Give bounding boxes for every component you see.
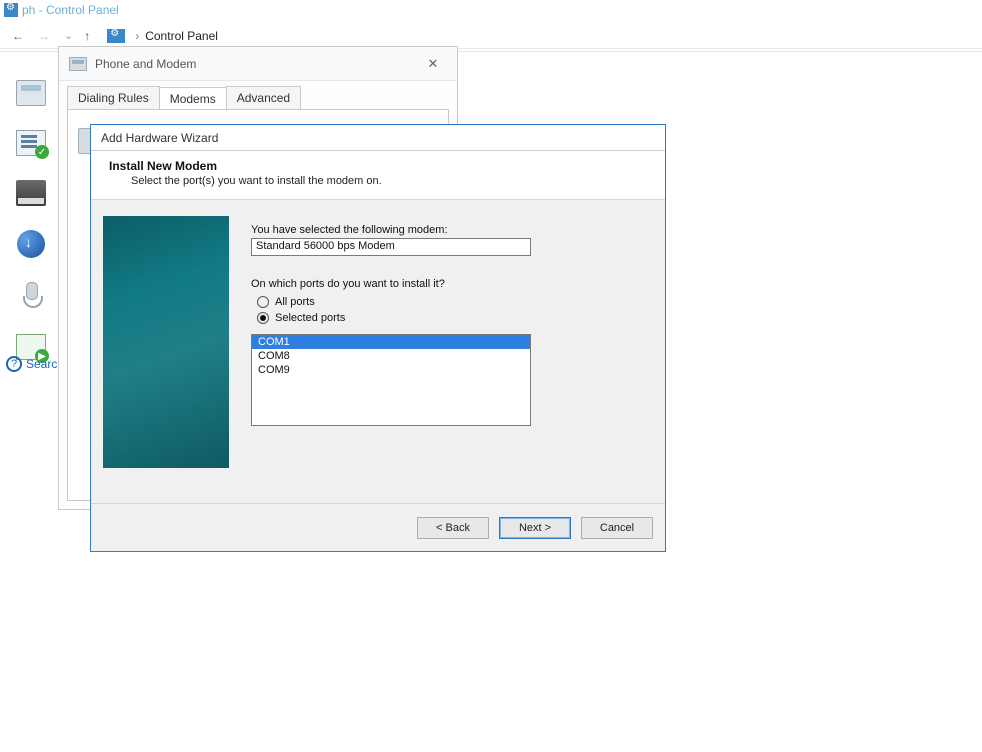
radio-all-ports[interactable]: All ports <box>257 296 647 308</box>
dialog-titlebar[interactable]: Phone and Modem ✕ <box>59 47 457 81</box>
back-button[interactable]: ← <box>8 26 28 46</box>
forward-button[interactable]: → <box>34 26 54 46</box>
breadcrumb-chevron-icon[interactable]: › <box>135 29 139 43</box>
selected-modem-field: Standard 56000 bps Modem <box>251 238 531 256</box>
close-button[interactable]: ✕ <box>419 54 447 74</box>
microphone-icon[interactable] <box>23 282 39 310</box>
check-badge-icon: ✓ <box>35 145 49 159</box>
radio-all-label: All ports <box>275 296 315 308</box>
search-label: Searc <box>26 357 57 371</box>
port-item-com1[interactable]: COM1 <box>252 335 530 349</box>
dialog-title: Phone and Modem <box>95 57 196 71</box>
scanner-hardware-icon[interactable] <box>16 180 46 206</box>
up-button[interactable]: ↑ <box>77 26 97 46</box>
selected-modem-label: You have selected the following modem: <box>251 224 647 236</box>
port-listbox[interactable]: COM1 COM8 COM9 <box>251 334 531 426</box>
wizard-heading: Install New Modem <box>109 159 647 173</box>
modem-icon <box>69 57 87 71</box>
tab-strip: Dialing Rules Modems Advanced <box>59 81 457 109</box>
fax-scanner-icon[interactable] <box>16 80 46 106</box>
control-panel-icon <box>4 3 18 17</box>
wizard-title: Add Hardware Wizard <box>101 131 218 145</box>
port-item-com8[interactable]: COM8 <box>252 349 530 363</box>
radio-selected-label: Selected ports <box>275 312 345 324</box>
cancel-button[interactable]: Cancel <box>581 517 653 539</box>
breadcrumb-icon[interactable] <box>107 29 125 43</box>
document-icon[interactable]: ✓ <box>16 130 46 156</box>
breadcrumb[interactable]: Control Panel <box>145 29 218 43</box>
tab-advanced[interactable]: Advanced <box>226 86 301 109</box>
nav-history-chevron[interactable]: ⌄ <box>64 29 73 42</box>
tab-modems[interactable]: Modems <box>159 87 227 110</box>
radio-selected-ports[interactable]: Selected ports <box>257 312 647 324</box>
wizard-titlebar[interactable]: Add Hardware Wizard <box>91 125 665 151</box>
window-title: ph - Control Panel <box>22 3 119 17</box>
port-question: On which ports do you want to install it… <box>251 278 647 290</box>
wizard-header: Install New Modem Select the port(s) you… <box>91 151 665 200</box>
radio-icon <box>257 312 269 324</box>
next-button[interactable]: Next > <box>499 517 571 539</box>
window-titlebar: ph - Control Panel <box>0 0 982 20</box>
category-rail: ✓ <box>8 80 54 360</box>
wizard-body: You have selected the following modem: S… <box>91 200 665 510</box>
wizard-footer: < Back Next > Cancel <box>91 503 665 551</box>
tab-dialing-rules[interactable]: Dialing Rules <box>67 86 160 109</box>
radio-icon <box>257 296 269 308</box>
wizard-subheading: Select the port(s) you want to install t… <box>131 175 647 187</box>
search-control-panel[interactable]: ? Searc <box>6 356 57 372</box>
help-icon: ? <box>6 356 22 372</box>
add-hardware-wizard-dialog: Add Hardware Wizard Install New Modem Se… <box>90 124 666 552</box>
back-button[interactable]: < Back <box>417 517 489 539</box>
wizard-content: You have selected the following modem: S… <box>251 224 647 510</box>
wizard-side-image <box>103 216 229 468</box>
port-item-com9[interactable]: COM9 <box>252 363 530 377</box>
download-circle-icon[interactable] <box>17 230 45 258</box>
